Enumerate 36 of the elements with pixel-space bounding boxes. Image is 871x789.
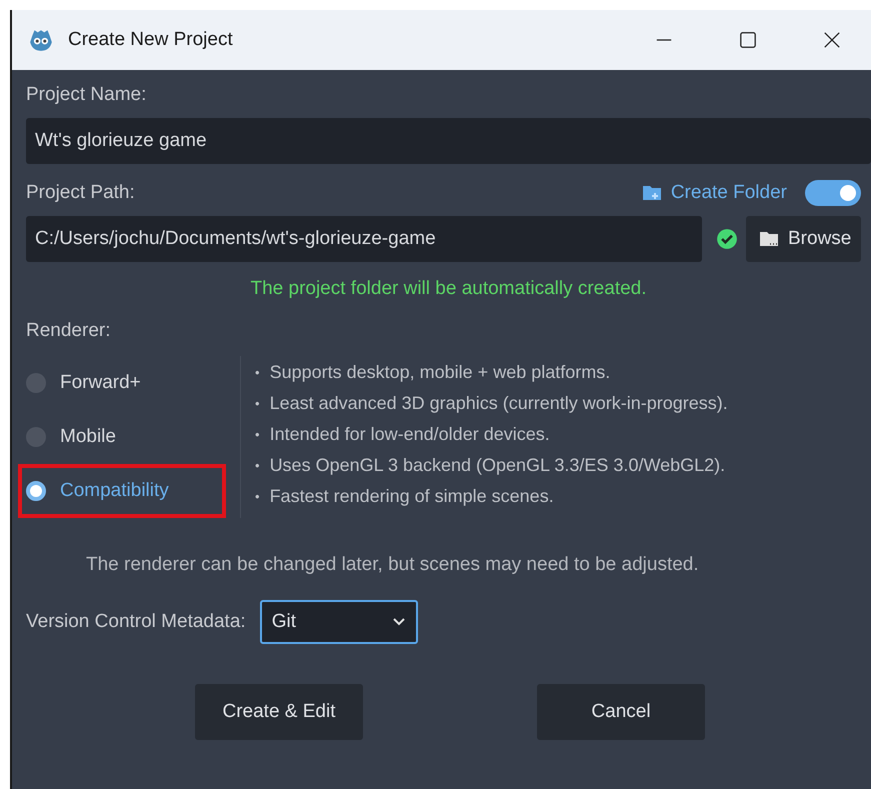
window-title: Create New Project <box>68 29 234 51</box>
bullet: • <box>255 489 260 504</box>
bullet: • <box>255 396 260 411</box>
field-label: Renderer: <box>26 320 112 342</box>
bullet: • <box>255 427 260 442</box>
project-name-field[interactable]: Wt's glorieuze game <box>26 118 871 164</box>
renderer-detail: Intended for low-end/older devices. <box>270 424 550 445</box>
version-control-dropdown[interactable]: Git <box>260 600 418 644</box>
field-label: Project Path: <box>26 182 135 204</box>
renderer-detail: Fastest rendering of simple scenes. <box>270 486 554 507</box>
close-icon[interactable] <box>823 31 841 49</box>
folder-plus-icon <box>640 183 663 203</box>
field-label: Project Name: <box>26 84 148 106</box>
create-folder-toggle[interactable] <box>805 180 861 206</box>
radio-label: Compatibility <box>60 480 169 502</box>
browse-button[interactable]: Browse <box>746 216 862 262</box>
project-path-field[interactable]: C:/Users/jochu/Documents/wt's-glorieuze-game <box>26 216 702 262</box>
status-message: The project folder will be automatically created. <box>249 278 648 300</box>
bullet: • <box>255 365 260 380</box>
folder-icon <box>758 229 780 249</box>
renderer-radio[interactable]: Mobile <box>26 418 218 456</box>
dialog-button[interactable]: Create & Edit <box>195 684 363 740</box>
create-folder-label: Create Folder <box>670 182 787 204</box>
renderer-detail: Least advanced 3D graphics (currently work-in-progress). <box>270 393 728 414</box>
renderer-radio[interactable]: Forward+ <box>26 364 218 402</box>
maximize-icon[interactable] <box>739 31 757 49</box>
dialog-button[interactable]: Cancel <box>537 684 705 740</box>
renderer-radio[interactable]: Compatibility <box>26 472 218 510</box>
renderer-detail: Supports desktop, mobile + web platforms. <box>270 362 610 383</box>
bullet: • <box>255 458 260 473</box>
renderer-detail: Uses OpenGL 3 backend (OpenGL 3.3/ES 3.0/WebGL2). <box>270 455 726 476</box>
chevron-down-icon <box>392 617 406 627</box>
field-label: Version Control Metadata: <box>26 611 246 633</box>
renderer-note: The renderer can be changed later, but scenes may need to be adjusted. <box>86 554 700 576</box>
radio-label: Forward+ <box>60 372 141 394</box>
radio-label: Mobile <box>60 426 116 448</box>
